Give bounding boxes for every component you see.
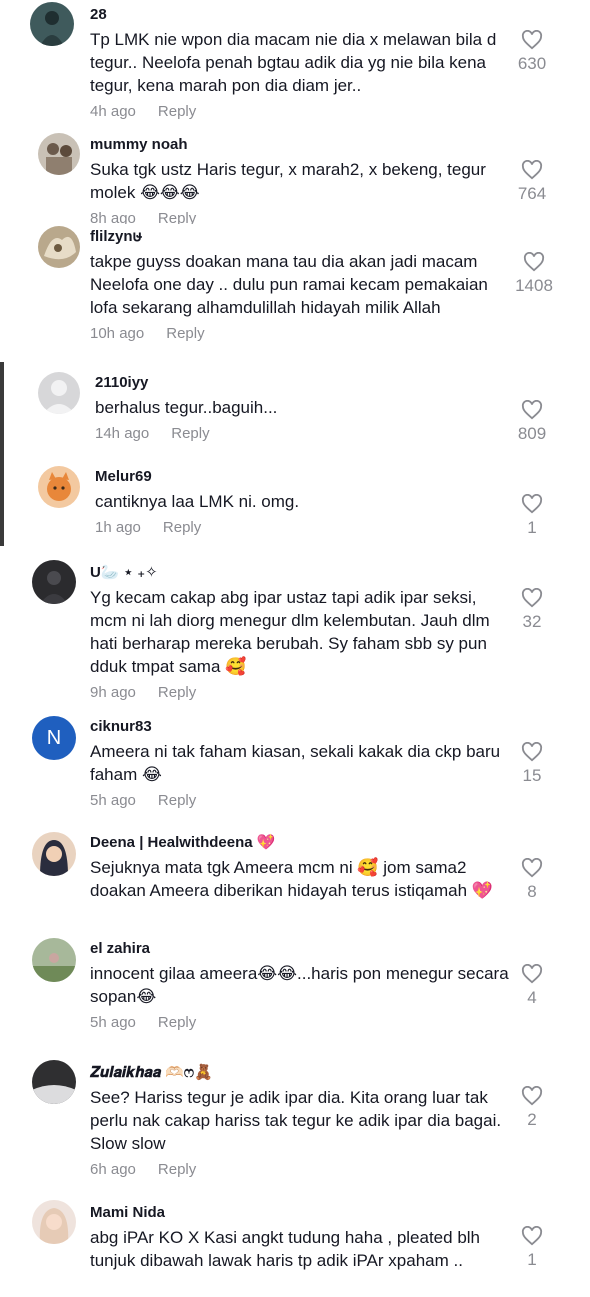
- heart-icon: [521, 30, 543, 50]
- like-count: 32: [522, 612, 542, 631]
- avatar[interactable]: [32, 1200, 76, 1244]
- avatar[interactable]: [30, 2, 74, 46]
- like-button[interactable]: 32: [512, 588, 552, 632]
- scroll-indicator[interactable]: [0, 362, 4, 546]
- comment-text: abg iPAr KO X Kasi angkt tudung haha , p…: [90, 1228, 481, 1270]
- comment-meta: 5h ago Reply: [90, 1014, 510, 1031]
- comment-text: innocent gilaa ameera😂😂...haris pon mene…: [90, 964, 509, 1006]
- comment-text: Suka tgk ustz Haris tegur, x marah2, x b…: [90, 160, 486, 202]
- comment-time: 10h ago: [90, 325, 145, 342]
- like-count: 630: [517, 54, 547, 73]
- reply-button[interactable]: Reply: [158, 792, 196, 809]
- comment-time: 5h ago: [90, 792, 136, 809]
- comment-meta: 10h ago Reply: [90, 325, 510, 342]
- avatar[interactable]: [32, 938, 76, 982]
- comment-meta: 8h ago Reply: [90, 210, 510, 224]
- username[interactable]: Melur69: [95, 468, 510, 486]
- like-count: 809: [517, 424, 547, 443]
- reply-button[interactable]: Reply: [158, 1014, 196, 1031]
- avatar[interactable]: [32, 560, 76, 604]
- username[interactable]: Mami Nida: [90, 1204, 510, 1222]
- comment-item: Mami Nida abg iPAr KO X Kasi angkt tudun…: [0, 1198, 590, 1297]
- avatar[interactable]: [38, 226, 80, 268]
- reply-button[interactable]: Reply: [171, 425, 209, 442]
- avatar[interactable]: [38, 372, 80, 414]
- username[interactable]: el zahira: [90, 940, 510, 958]
- like-button[interactable]: 8: [512, 858, 552, 902]
- like-button[interactable]: 809: [512, 400, 552, 444]
- like-count: 8: [527, 882, 537, 901]
- like-button[interactable]: 1: [512, 1226, 552, 1270]
- like-count: 1: [527, 1250, 537, 1269]
- like-button[interactable]: 764: [512, 160, 552, 204]
- heart-icon: [521, 494, 543, 514]
- username[interactable]: 28: [90, 6, 510, 24]
- like-count: 764: [517, 184, 547, 203]
- comment-text: Ameera ni tak faham kiasan, sekali kakak…: [90, 742, 501, 784]
- heart-icon: [521, 742, 543, 762]
- comment-time: 6h ago: [90, 1161, 136, 1178]
- username[interactable]: flilzynຩ: [90, 228, 510, 246]
- comment-meta: 14h ago Reply: [95, 425, 510, 442]
- comment-time: 9h ago: [90, 684, 136, 701]
- comment-time: 1h ago: [95, 519, 141, 536]
- like-count: 15: [522, 766, 542, 785]
- comment-meta: 9h ago Reply: [90, 684, 510, 701]
- like-button[interactable]: 2: [512, 1086, 552, 1130]
- comment-text: cantiknya laa LMK ni. omg.: [95, 492, 300, 511]
- like-count: 1: [527, 518, 537, 537]
- avatar-letter: N: [46, 726, 62, 749]
- username[interactable]: 2110iyy: [95, 374, 510, 392]
- comment-meta: 5h ago Reply: [90, 792, 510, 809]
- reply-button[interactable]: Reply: [158, 1161, 196, 1178]
- reply-button[interactable]: Reply: [158, 210, 196, 224]
- username[interactable]: mummy noah: [90, 136, 510, 154]
- heart-icon: [521, 964, 543, 984]
- heart-icon: [521, 858, 543, 878]
- comment-text: Sejuknya mata tgk Ameera mcm ni 🥰 jom sa…: [90, 858, 493, 900]
- comment-meta: 4h ago Reply: [90, 103, 510, 120]
- like-button[interactable]: 1408: [504, 252, 564, 296]
- heart-icon: [521, 1226, 543, 1246]
- heart-icon: [521, 400, 543, 420]
- like-count: 1408: [515, 276, 553, 295]
- like-count: 4: [527, 988, 537, 1007]
- like-button[interactable]: 1: [512, 494, 552, 538]
- like-button[interactable]: 4: [512, 964, 552, 1008]
- reply-button[interactable]: Reply: [158, 684, 196, 701]
- reply-button[interactable]: Reply: [158, 103, 196, 120]
- heart-icon: [521, 1086, 543, 1106]
- heart-icon: [521, 160, 543, 180]
- avatar[interactable]: N: [32, 716, 76, 760]
- avatar[interactable]: [32, 832, 76, 876]
- like-button[interactable]: 630: [512, 30, 552, 74]
- avatar[interactable]: [38, 466, 80, 508]
- comment-text: See? Hariss tegur je adik ipar dia. Kita…: [90, 1088, 502, 1153]
- comment-time: 14h ago: [95, 425, 150, 442]
- avatar[interactable]: [38, 133, 80, 175]
- comment-text: berhalus tegur..baguih...: [95, 398, 278, 417]
- reply-button[interactable]: Reply: [163, 519, 201, 536]
- avatar[interactable]: [32, 1060, 76, 1104]
- comment-text: takpe guyss doakan mana tau dia akan jad…: [90, 252, 488, 317]
- username[interactable]: ciknur83: [90, 718, 510, 736]
- heart-icon: [521, 588, 543, 608]
- username[interactable]: U🦢 ⋆ ₊✧: [90, 564, 510, 582]
- username[interactable]: Deena | Healwithdeena 💖: [90, 834, 510, 852]
- username[interactable]: 𝒁𝒖𝒍𝒂𝒊𝒌𝒉𝒂𝒂 🫶🏻ෆ🧸: [90, 1064, 510, 1082]
- comment-text: Yg kecam cakap abg ipar ustaz tapi adik …: [90, 588, 490, 676]
- heart-icon: [523, 252, 545, 272]
- comment-time: 5h ago: [90, 1014, 136, 1031]
- comment-time: 8h ago: [90, 210, 136, 224]
- reply-button[interactable]: Reply: [166, 325, 204, 342]
- comment-meta: 1h ago Reply: [95, 519, 510, 536]
- comment-meta: 6h ago Reply: [90, 1161, 510, 1178]
- like-count: 2: [527, 1110, 537, 1129]
- comment-item: mummy noah Suka tgk ustz Haris tegur, x …: [0, 130, 590, 224]
- like-button[interactable]: 15: [512, 742, 552, 786]
- comment-text: Tp LMK nie wpon dia macam nie dia x mela…: [90, 30, 497, 95]
- comment-time: 4h ago: [90, 103, 136, 120]
